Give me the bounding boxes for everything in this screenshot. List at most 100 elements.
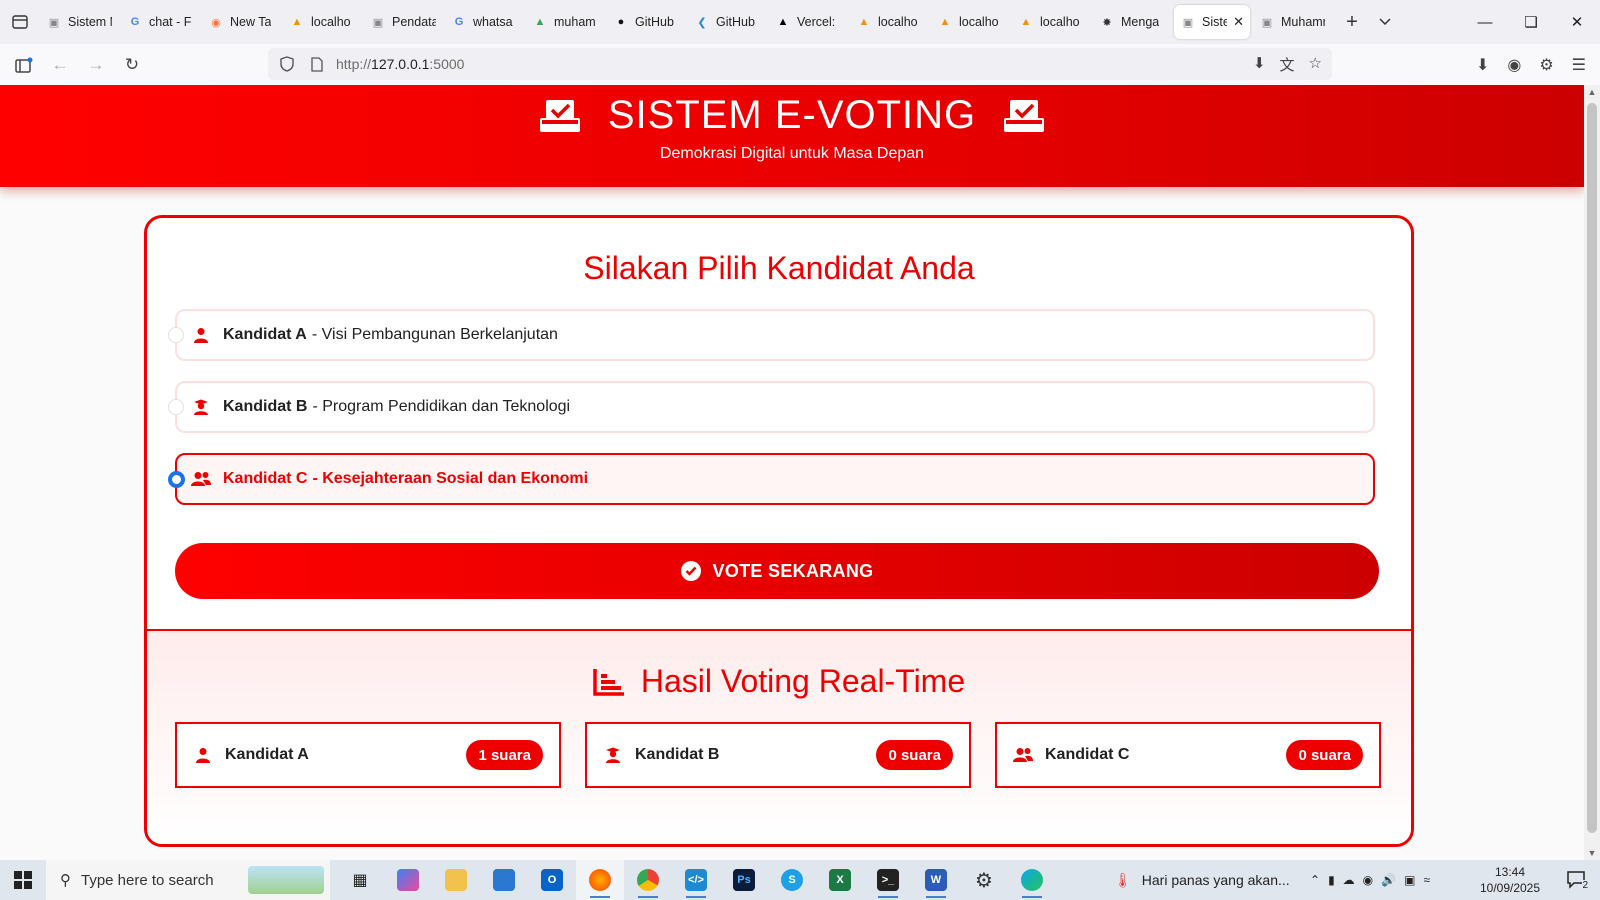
minimize-button[interactable]: — bbox=[1462, 0, 1508, 44]
browser-tab[interactable]: ▲ localho bbox=[931, 5, 1009, 39]
tab-strip: ▣ Sistem Mar Gchat - F ◉ New Ta ▲ localho ▣ Pend… bbox=[40, 0, 1334, 44]
restore-button[interactable]: ❏ bbox=[1508, 0, 1554, 44]
start-button[interactable] bbox=[0, 860, 46, 900]
battery-icon[interactable]: ▮ bbox=[1328, 873, 1335, 887]
page-icon bbox=[306, 56, 328, 72]
outlook-icon: O bbox=[541, 869, 563, 891]
phpmyadmin-icon: ▲ bbox=[939, 16, 951, 28]
scroll-down-icon[interactable]: ▼ bbox=[1584, 848, 1600, 858]
search-placeholder: Type here to search bbox=[81, 871, 214, 889]
browser-tab[interactable]: ❮ GitHub bbox=[688, 5, 766, 39]
tab-label: Pendataan bbox=[392, 15, 436, 29]
onedrive-icon[interactable]: ☁ bbox=[1343, 873, 1355, 887]
tab-list-button[interactable] bbox=[0, 0, 40, 44]
clock[interactable]: 13:44 10/09/2025 bbox=[1476, 864, 1544, 896]
tab-label: Vercel: bbox=[797, 15, 836, 29]
vscode-button[interactable]: </> bbox=[672, 860, 720, 900]
browser-tab[interactable]: ▣ Sistem Mar bbox=[40, 5, 118, 39]
candidate-name: Kandidat C bbox=[223, 470, 308, 487]
forward-button[interactable]: → bbox=[78, 49, 114, 81]
graduate-icon bbox=[191, 398, 211, 416]
browser-tab[interactable]: ▣ Muhamma bbox=[1253, 5, 1331, 39]
terminal-button[interactable]: >_ bbox=[864, 860, 912, 900]
skype-button[interactable]: S bbox=[768, 860, 816, 900]
display-icon[interactable]: ▣ bbox=[1404, 873, 1415, 887]
browser-tab[interactable]: ● GitHub bbox=[607, 5, 685, 39]
task-view-button[interactable]: ▦ bbox=[336, 860, 384, 900]
radio-button[interactable] bbox=[168, 399, 184, 415]
weather-widget[interactable]: 🌡 Hari panas yang akan... bbox=[1114, 860, 1290, 900]
browser-tab[interactable]: ▣ Sistem E ✕ bbox=[1174, 5, 1250, 39]
vote-button[interactable]: VOTE SEKARANG bbox=[175, 543, 1379, 599]
browser-tab[interactable]: ▣ Pendataan bbox=[364, 5, 442, 39]
shield-icon bbox=[276, 56, 298, 72]
browser-tab[interactable]: ◉ New Ta bbox=[202, 5, 280, 39]
browser-tab[interactable]: ▲ localho bbox=[283, 5, 361, 39]
notification-button[interactable]: 2 bbox=[1566, 869, 1588, 891]
tab-label: localho bbox=[311, 15, 351, 29]
taskbar-apps: ▦ O </> Ps S X >_ W ⚙ bbox=[336, 860, 1056, 900]
radio-button-selected[interactable] bbox=[168, 470, 185, 488]
sidebar-toggle-button[interactable] bbox=[6, 49, 42, 81]
address-bar[interactable]: http://127.0.0.1:5000 ⬇ 文 ☆ bbox=[268, 48, 1332, 80]
browser-tab[interactable]: ▲ localho bbox=[850, 5, 928, 39]
tab-overflow-button[interactable] bbox=[1370, 5, 1400, 39]
google-icon: G bbox=[454, 16, 464, 28]
restore-icon: ❏ bbox=[1524, 14, 1538, 31]
candidate-desc: - Kesejahteraan Sosial dan Ekonomi bbox=[312, 470, 589, 487]
browser-tab[interactable]: ▲ Vercel: bbox=[769, 5, 847, 39]
arrow-right-icon: → bbox=[87, 54, 105, 74]
scroll-up-icon[interactable]: ▲ bbox=[1584, 87, 1600, 97]
edge-button[interactable] bbox=[1008, 860, 1056, 900]
menu-icon[interactable]: ☰ bbox=[1572, 55, 1586, 75]
reload-button[interactable]: ↻ bbox=[114, 49, 150, 81]
page-scrollbar[interactable]: ▲ ▼ bbox=[1584, 85, 1600, 860]
page-icon: ▣ bbox=[1261, 16, 1273, 29]
excel-button[interactable]: X bbox=[816, 860, 864, 900]
user-icon bbox=[191, 326, 211, 344]
photoshop-button[interactable]: Ps bbox=[720, 860, 768, 900]
chevron-up-icon[interactable]: ⌃ bbox=[1310, 873, 1320, 887]
camera-icon[interactable]: ◉ bbox=[1363, 873, 1373, 887]
chart-icon bbox=[593, 668, 624, 696]
file-explorer-button[interactable] bbox=[432, 860, 480, 900]
tab-label: muham bbox=[554, 15, 596, 29]
translate-icon[interactable]: 文 bbox=[1280, 54, 1295, 75]
chrome-button[interactable] bbox=[624, 860, 672, 900]
firefox-button[interactable] bbox=[576, 860, 624, 900]
browser-tab[interactable]: ▲ localho bbox=[1012, 5, 1090, 39]
downloads-icon[interactable]: ⬇ bbox=[1476, 55, 1489, 75]
copilot-button[interactable] bbox=[384, 860, 432, 900]
wifi-icon[interactable]: ≈ bbox=[1423, 873, 1430, 887]
excel-icon: X bbox=[829, 869, 851, 891]
volume-icon[interactable]: 🔊 bbox=[1381, 873, 1396, 887]
browser-tab[interactable]: ✸ Menga bbox=[1093, 5, 1171, 39]
firefox-icon bbox=[589, 869, 611, 891]
radio-button[interactable] bbox=[168, 327, 184, 343]
outlook-button[interactable]: O bbox=[528, 860, 576, 900]
tab-label: Sistem Mar bbox=[68, 15, 112, 29]
close-tab-icon[interactable]: ✕ bbox=[1233, 14, 1244, 30]
back-button[interactable]: ← bbox=[42, 49, 78, 81]
new-tab-button[interactable]: + bbox=[1334, 5, 1370, 39]
settings-button[interactable]: ⚙ bbox=[960, 860, 1008, 900]
store-button[interactable] bbox=[480, 860, 528, 900]
account-icon[interactable]: ◉ bbox=[1507, 55, 1521, 75]
word-button[interactable]: W bbox=[912, 860, 960, 900]
close-window-button[interactable]: ✕ bbox=[1554, 0, 1600, 44]
page-icon: ▣ bbox=[1182, 16, 1194, 29]
taskbar-search[interactable]: ⚲ Type here to search bbox=[46, 860, 330, 900]
ballot-heading: Silakan Pilih Kandidat Anda bbox=[583, 250, 975, 286]
browser-tab[interactable]: ▲ muham bbox=[526, 5, 604, 39]
candidate-option-b[interactable]: Kandidat B - Program Pendidikan dan Tekn… bbox=[168, 381, 1375, 433]
candidate-option-c[interactable]: Kandidat C - Kesejahteraan Sosial dan Ek… bbox=[168, 453, 1375, 505]
save-page-icon[interactable]: ⬇ bbox=[1253, 54, 1266, 75]
extensions-icon[interactable]: ⚙ bbox=[1539, 55, 1553, 75]
candidate-option-a[interactable]: Kandidat A - Visi Pembangunan Berkelanju… bbox=[168, 309, 1375, 361]
scrollbar-thumb[interactable] bbox=[1587, 103, 1597, 833]
candidate-desc: - Program Pendidikan dan Teknologi bbox=[312, 398, 571, 415]
vote-button-label: VOTE SEKARANG bbox=[712, 560, 874, 581]
browser-tab[interactable]: Gwhatsa bbox=[445, 5, 523, 39]
browser-tab[interactable]: Gchat - F bbox=[121, 5, 199, 39]
bookmark-star-icon[interactable]: ☆ bbox=[1309, 54, 1322, 75]
